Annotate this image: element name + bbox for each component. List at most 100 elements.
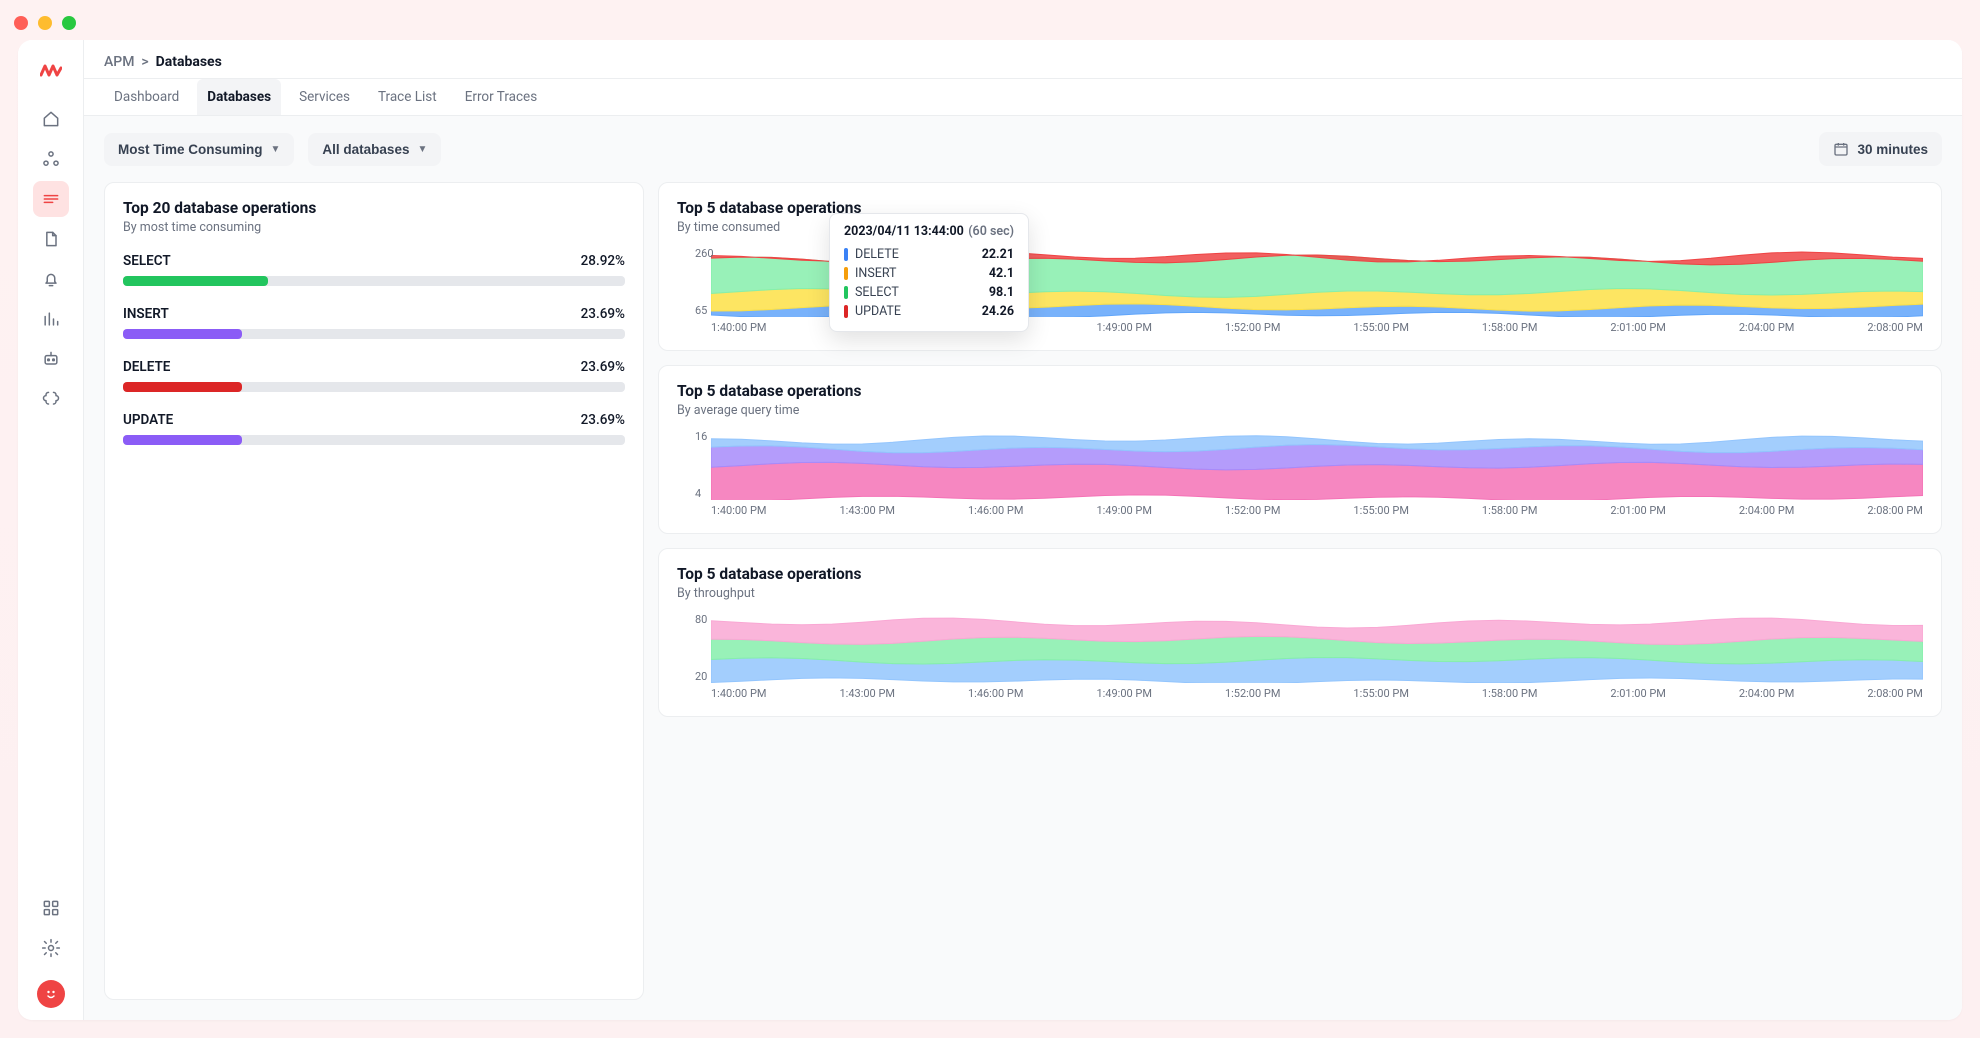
app-window: APM > Databases DashboardDatabasesServic… bbox=[18, 40, 1962, 1020]
file-icon[interactable] bbox=[33, 221, 69, 257]
x-tick: 2:08:00 PM bbox=[1867, 504, 1923, 517]
x-tick: 1:40:00 PM bbox=[711, 687, 767, 700]
panel-subtitle: By throughput bbox=[677, 586, 1923, 601]
x-tick: 2:01:00 PM bbox=[1610, 504, 1666, 517]
chart-area[interactable]: 80 20 bbox=[677, 613, 1923, 683]
x-tick: 1:49:00 PM bbox=[1096, 321, 1152, 334]
panel-chart: Top 5 database operations By throughput 80… bbox=[658, 548, 1942, 717]
apps-icon[interactable] bbox=[33, 890, 69, 926]
x-tick: 2:04:00 PM bbox=[1739, 321, 1795, 334]
y-tick: 260 bbox=[695, 247, 714, 260]
operation-label: DELETE bbox=[123, 359, 170, 375]
x-tick: 1:55:00 PM bbox=[1353, 504, 1409, 517]
tooltip-series-name: INSERT bbox=[855, 266, 897, 281]
x-tick: 2:08:00 PM bbox=[1867, 687, 1923, 700]
tooltip-series-name: UPDATE bbox=[855, 304, 901, 319]
tab-dashboard[interactable]: Dashboard bbox=[104, 79, 189, 115]
maximize-window-icon[interactable] bbox=[62, 16, 76, 30]
x-tick: 1:40:00 PM bbox=[711, 321, 767, 334]
x-tick: 1:55:00 PM bbox=[1353, 321, 1409, 334]
tooltip-series-value: 24.26 bbox=[982, 304, 1014, 319]
tooltip-series-value: 98.1 bbox=[989, 285, 1014, 300]
operation-row[interactable]: INSERT23.69% bbox=[123, 306, 625, 339]
tooltip-series-name: DELETE bbox=[855, 247, 899, 262]
panel-title: Top 5 database operations bbox=[677, 565, 1923, 583]
x-tick: 1:52:00 PM bbox=[1225, 321, 1281, 334]
x-tick: 1:49:00 PM bbox=[1096, 504, 1152, 517]
x-tick: 1:52:00 PM bbox=[1225, 687, 1281, 700]
operation-bar bbox=[123, 329, 625, 339]
y-tick: 16 bbox=[695, 430, 707, 443]
panel-title: Top 20 database operations bbox=[123, 199, 625, 217]
avatar[interactable] bbox=[37, 980, 65, 1008]
tab-error-traces[interactable]: Error Traces bbox=[455, 79, 547, 115]
y-tick: 80 bbox=[695, 613, 707, 626]
operation-percent: 23.69% bbox=[581, 359, 625, 375]
y-tick: 4 bbox=[695, 487, 707, 500]
operation-percent: 28.92% bbox=[581, 253, 625, 269]
operation-bar bbox=[123, 276, 625, 286]
y-tick: 20 bbox=[695, 670, 707, 683]
calendar-icon bbox=[1833, 141, 1849, 157]
chart-icon[interactable] bbox=[33, 301, 69, 337]
apm-icon[interactable] bbox=[33, 181, 69, 217]
tab-trace-list[interactable]: Trace List bbox=[368, 79, 447, 115]
operation-label: SELECT bbox=[123, 253, 171, 269]
gear-icon[interactable] bbox=[33, 930, 69, 966]
breadcrumb-separator: > bbox=[138, 54, 156, 70]
time-range-dropdown[interactable]: 30 minutes bbox=[1819, 132, 1942, 166]
operation-row[interactable]: DELETE 23.69% bbox=[123, 359, 625, 392]
tooltip-series-name: SELECT bbox=[855, 285, 899, 300]
robot-icon[interactable] bbox=[33, 341, 69, 377]
tooltip-span: (60 sec) bbox=[968, 224, 1014, 239]
minimize-window-icon[interactable] bbox=[38, 16, 52, 30]
panel-title: Top 5 database operations bbox=[677, 382, 1923, 400]
x-tick: 2:01:00 PM bbox=[1610, 321, 1666, 334]
panel-chart: Top 5 database operations By average quer… bbox=[658, 365, 1942, 534]
tooltip-timestamp: 2023/04/11 13:44:00 bbox=[844, 224, 964, 239]
chart-tooltip: 2023/04/11 13:44:00 (60 sec) DELETE 22.21 IN… bbox=[829, 213, 1029, 332]
bell-icon[interactable] bbox=[33, 261, 69, 297]
x-tick: 2:04:00 PM bbox=[1739, 504, 1795, 517]
breadcrumb-root[interactable]: APM bbox=[104, 54, 134, 70]
x-tick: 1:58:00 PM bbox=[1482, 321, 1538, 334]
main-content: APM > Databases DashboardDatabasesServic… bbox=[84, 40, 1962, 1020]
chevron-down-icon: ▼ bbox=[271, 144, 281, 155]
tab-databases[interactable]: Databases bbox=[197, 79, 281, 115]
home-icon[interactable] bbox=[33, 101, 69, 137]
x-tick: 1:49:00 PM bbox=[1096, 687, 1152, 700]
close-window-icon[interactable] bbox=[14, 16, 28, 30]
sort-dropdown[interactable]: Most Time Consuming ▼ bbox=[104, 133, 294, 166]
sidebar bbox=[18, 40, 84, 1020]
chart-area[interactable]: 16 4 bbox=[677, 430, 1923, 500]
breadcrumb: APM > Databases bbox=[84, 40, 1962, 79]
brand-logo[interactable] bbox=[40, 58, 62, 83]
operation-label: UPDATE bbox=[123, 412, 173, 428]
operation-row[interactable]: SELECT 28.92% bbox=[123, 253, 625, 286]
y-tick: 65 bbox=[695, 304, 714, 317]
x-tick: 1:40:00 PM bbox=[711, 504, 767, 517]
chevron-down-icon: ▼ bbox=[417, 144, 427, 155]
body: Top 20 database operations By most time … bbox=[84, 182, 1962, 1020]
x-tick: 1:58:00 PM bbox=[1482, 687, 1538, 700]
x-tick: 1:58:00 PM bbox=[1482, 504, 1538, 517]
x-tick: 1:55:00 PM bbox=[1353, 687, 1409, 700]
tooltip-row: SELECT 98.1 bbox=[844, 283, 1014, 302]
nodes-icon[interactable] bbox=[33, 141, 69, 177]
panel-chart: Top 5 database operationsBy time consume… bbox=[658, 182, 1942, 351]
panel-subtitle: By average query time bbox=[677, 403, 1923, 418]
tooltip-row: UPDATE 24.26 bbox=[844, 302, 1014, 321]
database-filter-dropdown[interactable]: All databases ▼ bbox=[308, 133, 441, 166]
operation-bar bbox=[123, 382, 625, 392]
brain-icon[interactable] bbox=[33, 381, 69, 417]
tooltip-series-value: 22.21 bbox=[982, 247, 1014, 262]
panel-subtitle: By most time consuming bbox=[123, 220, 625, 235]
tab-services[interactable]: Services bbox=[289, 79, 360, 115]
database-filter-label: All databases bbox=[322, 142, 409, 157]
time-range-label: 30 minutes bbox=[1857, 142, 1928, 157]
tooltip-row: DELETE 22.21 bbox=[844, 245, 1014, 264]
operation-row[interactable]: UPDATE23.69% bbox=[123, 412, 625, 445]
window-traffic-lights bbox=[0, 0, 1980, 40]
x-tick: 2:01:00 PM bbox=[1610, 687, 1666, 700]
x-tick: 2:08:00 PM bbox=[1867, 321, 1923, 334]
